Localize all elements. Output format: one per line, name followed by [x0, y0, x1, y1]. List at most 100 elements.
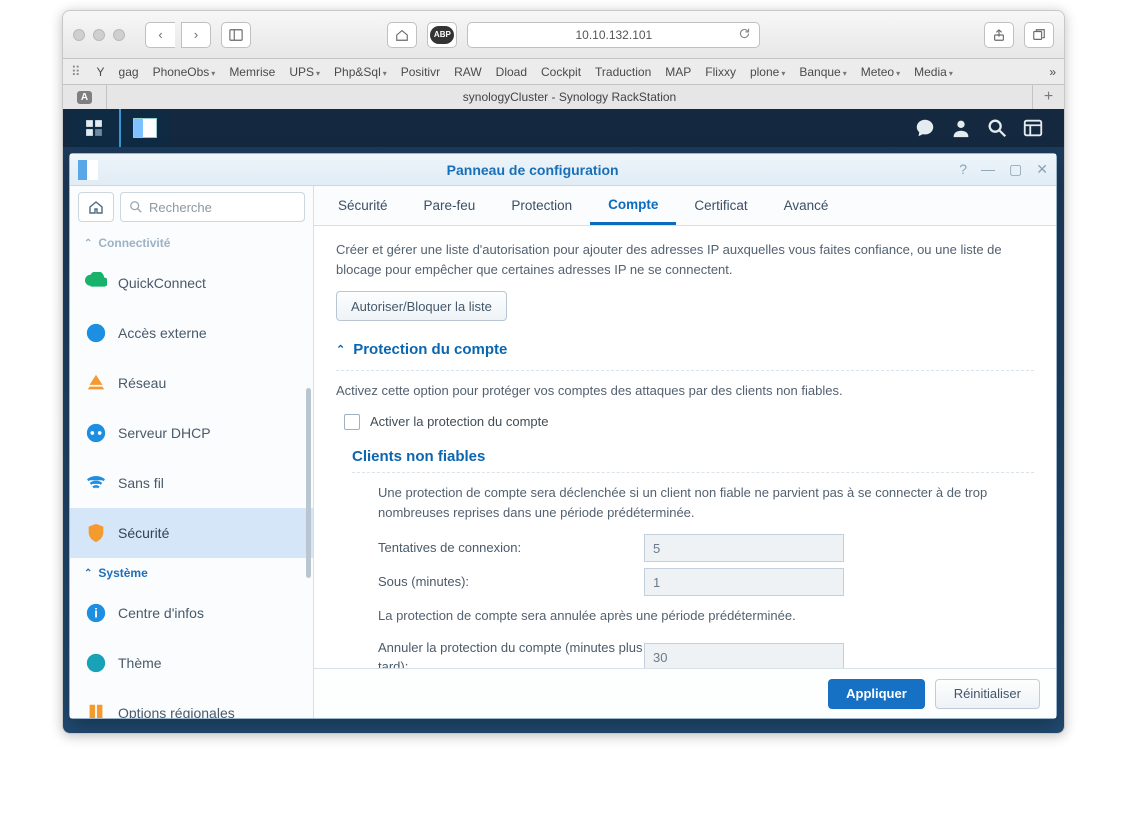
bookmark-item[interactable]: Banque▾: [799, 65, 846, 79]
allow-block-list-button[interactable]: Autoriser/Bloquer la liste: [336, 291, 507, 321]
nav-label: Sécurité: [118, 525, 169, 541]
cp-window-icon: [78, 160, 98, 180]
nav-label: Réseau: [118, 375, 166, 391]
sidebar-home-button[interactable]: [78, 192, 114, 222]
close-traffic[interactable]: [73, 29, 85, 41]
cp-titlebar[interactable]: Panneau de configuration ? — ▢ ✕: [70, 154, 1056, 186]
bookmark-item[interactable]: RAW: [454, 65, 482, 79]
tab-account[interactable]: Compte: [590, 186, 676, 225]
cancel-protection-input[interactable]: [644, 643, 844, 668]
chat-icon[interactable]: [914, 117, 936, 139]
address-text: 10.10.132.101: [575, 28, 652, 42]
cancel-protection-description: La protection de compte sera annulée apr…: [378, 606, 1034, 626]
nav-forward-button[interactable]: ›: [181, 22, 211, 48]
search-placeholder: Recherche: [149, 200, 212, 215]
bookmark-item[interactable]: Flixxy: [705, 65, 736, 79]
sidebar-search-input[interactable]: Recherche: [120, 192, 305, 222]
tabs-overview-button[interactable]: [1024, 22, 1054, 48]
dsm-desktop: Panneau de configuration ? — ▢ ✕: [63, 109, 1064, 733]
control-panel-window: Panneau de configuration ? — ▢ ✕: [69, 153, 1057, 719]
bookmark-item[interactable]: Php&Sql▾: [334, 65, 387, 79]
cancel-protection-label: Annuler la protection du compte (minutes…: [378, 638, 644, 669]
cp-content: Créer et gérer une liste d'autorisation …: [314, 226, 1056, 668]
nav-back-button[interactable]: ‹: [145, 22, 175, 48]
tab-advanced[interactable]: Avancé: [766, 186, 847, 225]
bookmark-item[interactable]: gag: [119, 65, 139, 79]
maximize-icon[interactable]: ▢: [1009, 161, 1022, 178]
bookmark-item[interactable]: plone▾: [750, 65, 785, 79]
address-bar[interactable]: 10.10.132.101: [467, 22, 760, 48]
bookmark-item[interactable]: MAP: [665, 65, 691, 79]
bookmark-item[interactable]: Cockpit: [541, 65, 581, 79]
minimize-traffic[interactable]: [93, 29, 105, 41]
bookmark-item[interactable]: Memrise: [229, 65, 275, 79]
dsm-launcher-button[interactable]: [69, 109, 119, 147]
reset-button[interactable]: Réinitialiser: [935, 679, 1040, 709]
reader-badge[interactable]: A: [63, 85, 107, 109]
bookmark-item[interactable]: UPS▾: [289, 65, 320, 79]
nav-infocenter[interactable]: i Centre d'infos: [70, 588, 313, 638]
nav-quickconnect[interactable]: QuickConnect: [70, 258, 313, 308]
nav-label: Serveur DHCP: [118, 425, 211, 441]
minimize-icon[interactable]: —: [981, 161, 995, 178]
attempts-label: Tentatives de connexion:: [378, 538, 644, 558]
bookmark-item[interactable]: Dload: [496, 65, 527, 79]
bookmarks-overflow-icon[interactable]: »: [1049, 65, 1056, 79]
dsm-taskbar-app[interactable]: [119, 109, 169, 147]
apply-button[interactable]: Appliquer: [828, 679, 925, 709]
tab-certificate[interactable]: Certificat: [676, 186, 765, 225]
bookmark-item[interactable]: Media▾: [914, 65, 953, 79]
sidebar-scrollbar[interactable]: [306, 228, 311, 718]
nav-dhcp[interactable]: Serveur DHCP: [70, 408, 313, 458]
abp-button[interactable]: ABP: [427, 22, 457, 48]
help-icon[interactable]: ?: [959, 161, 967, 178]
bookmark-item[interactable]: Positivr: [401, 65, 440, 79]
nav-network[interactable]: Réseau: [70, 358, 313, 408]
within-label: Sous (minutes):: [378, 572, 644, 592]
browser-toolbar: ‹ › ABP 10.10.132.101: [63, 11, 1064, 59]
nav-label: Centre d'infos: [118, 605, 204, 621]
user-icon[interactable]: [950, 117, 972, 139]
nav-external-access[interactable]: Accès externe: [70, 308, 313, 358]
nav-regional[interactable]: Options régionales: [70, 688, 313, 718]
bookmark-item[interactable]: PhoneObs▾: [153, 65, 216, 79]
browser-tab[interactable]: synologyCluster - Synology RackStation: [107, 85, 1032, 109]
nav-label: Thème: [118, 655, 162, 671]
bookmark-item[interactable]: Meteo▾: [861, 65, 900, 79]
cp-main: Sécurité Pare-feu Protection Compte Cert…: [314, 186, 1056, 718]
tab-security[interactable]: Sécurité: [320, 186, 406, 225]
zoom-traffic[interactable]: [113, 29, 125, 41]
close-icon[interactable]: ✕: [1036, 161, 1048, 178]
enable-account-protection-checkbox[interactable]: [344, 414, 360, 430]
search-icon[interactable]: [986, 117, 1008, 139]
traffic-lights[interactable]: [73, 29, 125, 41]
section-system[interactable]: ⌃Système: [70, 558, 313, 588]
bookmarks-bar: ⠿ Y gag PhoneObs▾ Memrise UPS▾ Php&Sql▾ …: [63, 59, 1064, 85]
nav-theme[interactable]: Thème: [70, 638, 313, 688]
tab-protection[interactable]: Protection: [493, 186, 590, 225]
within-input[interactable]: [644, 568, 844, 596]
nav-wifi[interactable]: Sans fil: [70, 458, 313, 508]
nav-security[interactable]: Sécurité: [70, 508, 313, 558]
cp-title: Panneau de configuration: [106, 162, 959, 178]
browser-window: ‹ › ABP 10.10.132.101 ⠿ Y gag PhoneObs▾: [62, 10, 1065, 734]
share-button[interactable]: [984, 22, 1014, 48]
new-tab-button[interactable]: +: [1032, 85, 1064, 109]
bookmark-item[interactable]: Traduction: [595, 65, 651, 79]
apps-grip-icon[interactable]: ⠿: [71, 64, 83, 80]
account-protection-heading[interactable]: ⌃Protection du compte: [336, 339, 1034, 362]
cp-footer: Appliquer Réinitialiser: [314, 668, 1056, 718]
bookmark-item[interactable]: Y: [97, 65, 105, 79]
reload-icon[interactable]: [738, 27, 751, 43]
nav-label: Accès externe: [118, 325, 207, 341]
section-connectivity[interactable]: ⌃Connectivité: [70, 228, 313, 258]
ip-list-description: Créer et gérer une liste d'autorisation …: [336, 240, 1034, 279]
sidebar-toggle-button[interactable]: [221, 22, 251, 48]
svg-text:i: i: [94, 606, 98, 621]
dsm-taskbar: [63, 109, 1064, 147]
attempts-input[interactable]: [644, 534, 844, 562]
widgets-icon[interactable]: [1022, 117, 1044, 139]
tab-firewall[interactable]: Pare-feu: [406, 186, 494, 225]
home-button[interactable]: [387, 22, 417, 48]
browser-tabstrip: A synologyCluster - Synology RackStation…: [63, 85, 1064, 109]
